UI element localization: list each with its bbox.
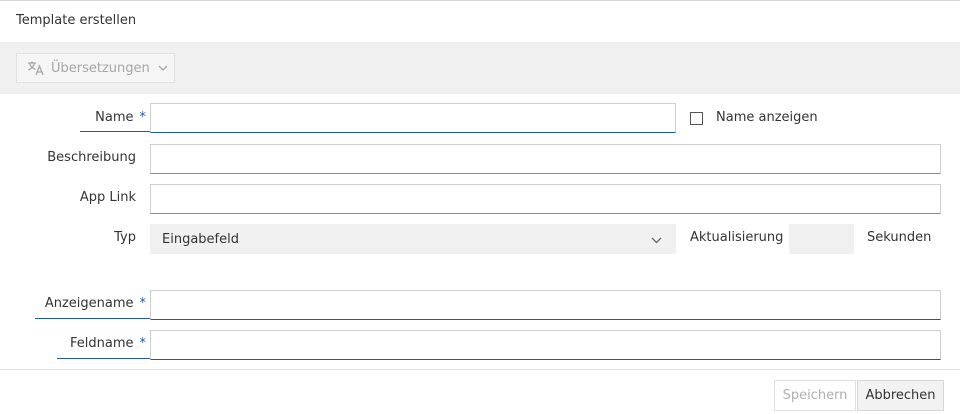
show-name-checkbox[interactable] bbox=[690, 112, 703, 125]
type-label: Typ bbox=[114, 230, 136, 245]
chevron-down-icon bbox=[158, 65, 168, 71]
translations-label: Übersetzungen bbox=[51, 60, 150, 76]
save-button[interactable]: Speichern bbox=[774, 380, 856, 411]
required-marker: * bbox=[139, 296, 147, 311]
display-name-label-underline bbox=[35, 318, 150, 319]
refresh-seconds-input[interactable] bbox=[789, 224, 854, 254]
type-select-value: Eingabefeld bbox=[162, 231, 239, 247]
field-name-label: Feldname * bbox=[70, 336, 147, 351]
show-name-label: Name anzeigen bbox=[716, 110, 818, 125]
field-name-input[interactable] bbox=[150, 330, 941, 360]
dialog-header: Template erstellen bbox=[0, 2, 960, 42]
cancel-button[interactable]: Abbrechen bbox=[857, 380, 944, 411]
translate-icon bbox=[27, 60, 45, 76]
display-name-label: Anzeigename * bbox=[44, 296, 147, 311]
type-select[interactable]: Eingabefeld bbox=[150, 224, 676, 254]
chevron-down-icon bbox=[651, 233, 662, 248]
create-template-dialog: Template erstellen Übersetzungen Name * N… bbox=[0, 0, 960, 414]
app-link-input[interactable] bbox=[150, 184, 941, 214]
name-label: Name * bbox=[95, 110, 147, 125]
name-input[interactable] bbox=[150, 103, 676, 133]
dialog-footer: Speichern Abbrechen bbox=[0, 369, 960, 414]
required-marker: * bbox=[139, 336, 147, 351]
name-label-underline bbox=[80, 131, 150, 132]
seconds-label: Sekunden bbox=[867, 230, 932, 245]
dialog-toolbar: Übersetzungen bbox=[0, 42, 960, 94]
field-name-label-underline bbox=[57, 358, 150, 359]
display-name-input[interactable] bbox=[150, 290, 941, 320]
dialog-title: Template erstellen bbox=[16, 13, 137, 28]
required-marker: * bbox=[139, 110, 147, 125]
app-link-label: App Link bbox=[79, 190, 136, 205]
translations-button[interactable]: Übersetzungen bbox=[16, 53, 175, 83]
description-input[interactable] bbox=[150, 144, 941, 174]
description-label: Beschreibung bbox=[47, 150, 136, 165]
refresh-label: Aktualisierung bbox=[690, 230, 784, 245]
